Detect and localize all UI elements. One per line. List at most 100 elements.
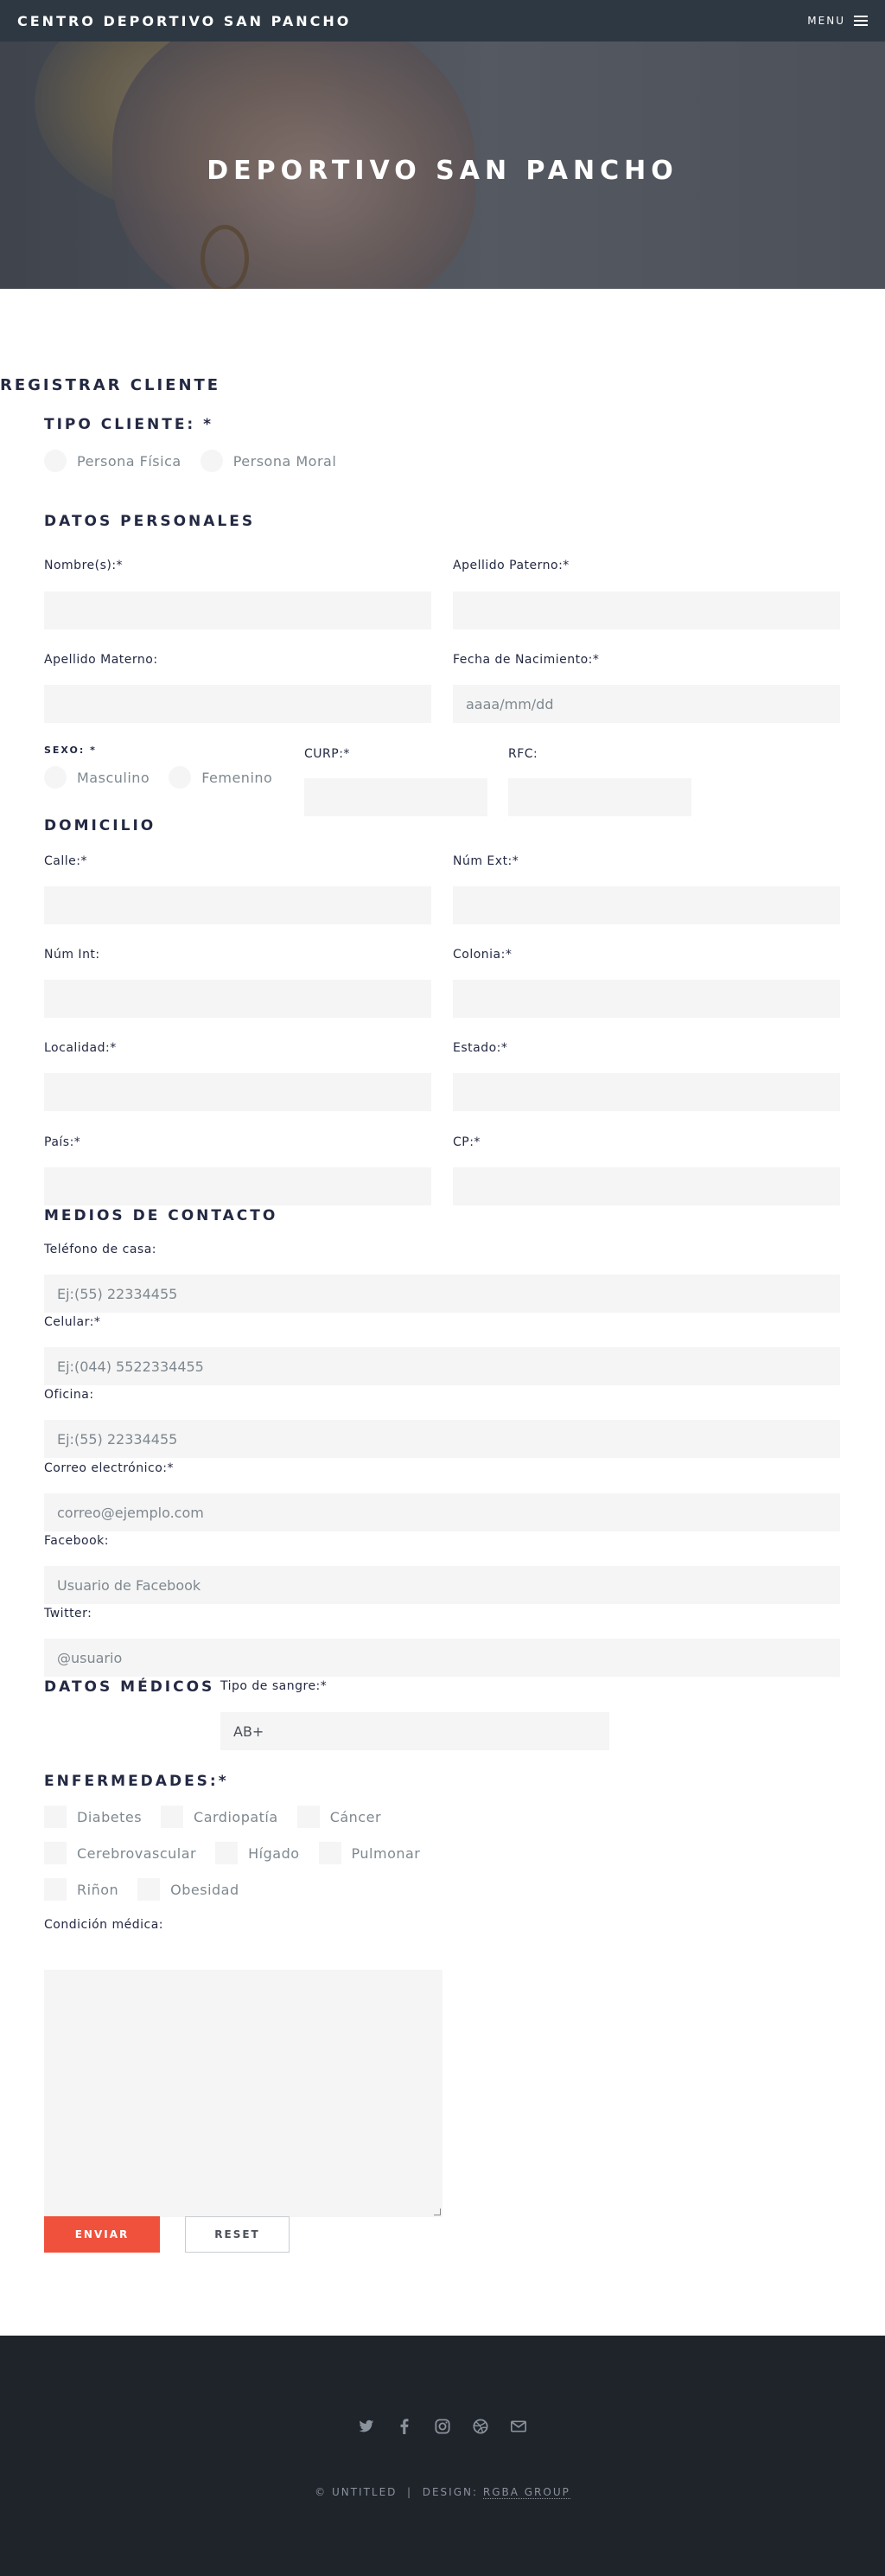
radio-persona-fisica[interactable]: Persona Física [44,450,181,472]
instagram-icon[interactable] [435,2419,450,2434]
radio-circle[interactable] [44,766,67,789]
tipo-cliente-heading: TIPO CLIENTE: * [44,416,214,433]
apellido-paterno-label: Apellido Paterno:* [453,559,570,572]
twitter-label: Twitter: [44,1607,92,1620]
top-navbar: CENTRO DEPORTIVO SAN PANCHO MENU [0,0,885,42]
checkbox-box[interactable] [161,1806,184,1828]
site-brand[interactable]: CENTRO DEPORTIVO SAN PANCHO [17,13,351,29]
social-links [0,2419,885,2434]
num-int-label: Núm Int: [44,948,100,962]
enfermedades-row-1: Diabetes Cardiopatía Cáncer [44,1806,400,1828]
pais-input[interactable] [44,1167,431,1205]
enviar-button[interactable]: ENVIAR [44,2216,160,2253]
checkbox-label: Obesidad [170,1881,239,1898]
checkbox-box[interactable] [44,1842,67,1864]
num-ext-input[interactable] [453,886,840,924]
rfc-label: RFC: [508,747,538,761]
tipo-sangre-select[interactable]: AB+ [220,1712,609,1750]
site-footer: © UNTITLED | DESIGN: RGBA GROUP [0,2336,885,2576]
celular-input[interactable]: Ej:(044) 5522334455 [44,1347,840,1385]
tel-casa-input[interactable]: Ej:(55) 22334455 [44,1275,840,1313]
checkbox-higado[interactable]: Hígado [215,1842,299,1864]
calle-label: Calle:* [44,854,87,868]
enfermedades-row-2: Cerebrovascular Hígado Pulmonar [44,1842,439,1864]
twitter-icon[interactable] [359,2419,374,2434]
checkbox-cerebrovascular[interactable]: Cerebrovascular [44,1842,196,1864]
checkbox-cancer[interactable]: Cáncer [296,1806,382,1828]
checkbox-label: Cáncer [329,1808,382,1825]
estado-label: Estado:* [453,1041,508,1055]
copyright-line: © UNTITLED | DESIGN: RGBA GROUP [0,2486,885,2499]
checkbox-box[interactable] [137,1878,161,1901]
oficina-input[interactable]: Ej:(55) 22334455 [44,1420,840,1458]
num-int-input[interactable] [44,980,431,1018]
facebook-icon[interactable] [397,2419,412,2434]
checkbox-diabetes[interactable]: Diabetes [44,1806,142,1828]
nombre-input[interactable] [44,591,431,630]
domicilio-heading: DOMICILIO [44,817,156,834]
localidad-input[interactable] [44,1073,431,1111]
localidad-label: Localidad:* [44,1041,117,1055]
checkbox-label: Cardiopatía [194,1808,278,1825]
radio-label: Femenino [201,769,273,786]
checkbox-box[interactable] [318,1842,341,1864]
twitter-input[interactable]: @usuario [44,1639,840,1677]
estado-input[interactable] [453,1073,840,1111]
num-ext-label: Núm Ext:* [453,854,519,868]
celular-label: Celular:* [44,1315,101,1329]
checkbox-cardiopatia[interactable]: Cardiopatía [161,1806,278,1828]
resize-grip-icon[interactable] [434,2208,441,2215]
design-label: DESIGN: [422,2486,479,2498]
checkbox-label: Diabetes [77,1808,143,1825]
checkbox-rinon[interactable]: Riñon [44,1878,118,1901]
checkbox-label: Hígado [248,1844,300,1862]
facebook-label: Facebook: [44,1534,109,1548]
radio-circle[interactable] [44,450,67,472]
checkbox-box[interactable] [44,1878,67,1901]
radio-femenino[interactable]: Femenino [169,766,272,789]
sexo-label: SEXO: * [44,745,97,756]
enfermedades-row-3: Riñon Obesidad [44,1878,258,1901]
design-credit-link[interactable]: RGBA GROUP [482,2486,570,2499]
colonia-input[interactable] [453,980,840,1018]
condicion-medica-label: Condición médica: [44,1918,163,1932]
calle-input[interactable] [44,886,431,924]
apellido-paterno-input[interactable] [453,591,840,630]
radio-label: Masculino [77,769,150,786]
form-title: REGISTRAR CLIENTE [0,376,221,394]
radio-circle[interactable] [169,766,192,789]
checkbox-label: Riñon [77,1881,119,1898]
datos-personales-heading: DATOS PERSONALES [44,513,256,530]
correo-input[interactable]: correo@ejemplo.com [44,1493,840,1531]
checkbox-label: Pulmonar [351,1844,421,1862]
cp-input[interactable] [453,1167,840,1205]
tel-casa-label: Teléfono de casa: [44,1243,156,1256]
tipo-sangre-label: Tipo de sangre:* [220,1679,328,1693]
radio-persona-moral[interactable]: Persona Moral [200,450,337,472]
fecha-nacimiento-input[interactable]: aaaa/mm/dd [453,685,840,723]
rfc-input[interactable] [508,778,691,816]
checkbox-box[interactable] [44,1806,67,1828]
dribbble-icon[interactable] [473,2419,488,2434]
radio-masculino[interactable]: Masculino [44,766,150,789]
curp-label: CURP:* [304,747,350,761]
fecha-nacimiento-label: Fecha de Nacimiento:* [453,653,600,667]
radio-label: Persona Física [77,452,181,470]
facebook-input[interactable]: Usuario de Facebook [44,1566,840,1604]
curp-input[interactable] [304,778,487,816]
checkbox-obesidad[interactable]: Obesidad [137,1878,239,1901]
nombre-label: Nombre(s):* [44,559,124,572]
menu-button[interactable]: MENU [807,15,868,27]
condicion-medica-textarea[interactable] [44,1970,442,2217]
checkbox-box[interactable] [296,1806,320,1828]
checkbox-pulmonar[interactable]: Pulmonar [318,1842,421,1864]
envelope-icon[interactable] [511,2419,526,2434]
apellido-materno-input[interactable] [44,685,431,723]
banner-title: DEPORTIVO SAN PANCHO [207,156,678,186]
radio-circle[interactable] [200,450,223,472]
oficina-label: Oficina: [44,1388,94,1402]
checkbox-box[interactable] [215,1842,239,1864]
radio-label: Persona Moral [232,452,337,470]
cp-label: CP:* [453,1135,481,1149]
reset-button[interactable]: RESET [185,2216,290,2253]
